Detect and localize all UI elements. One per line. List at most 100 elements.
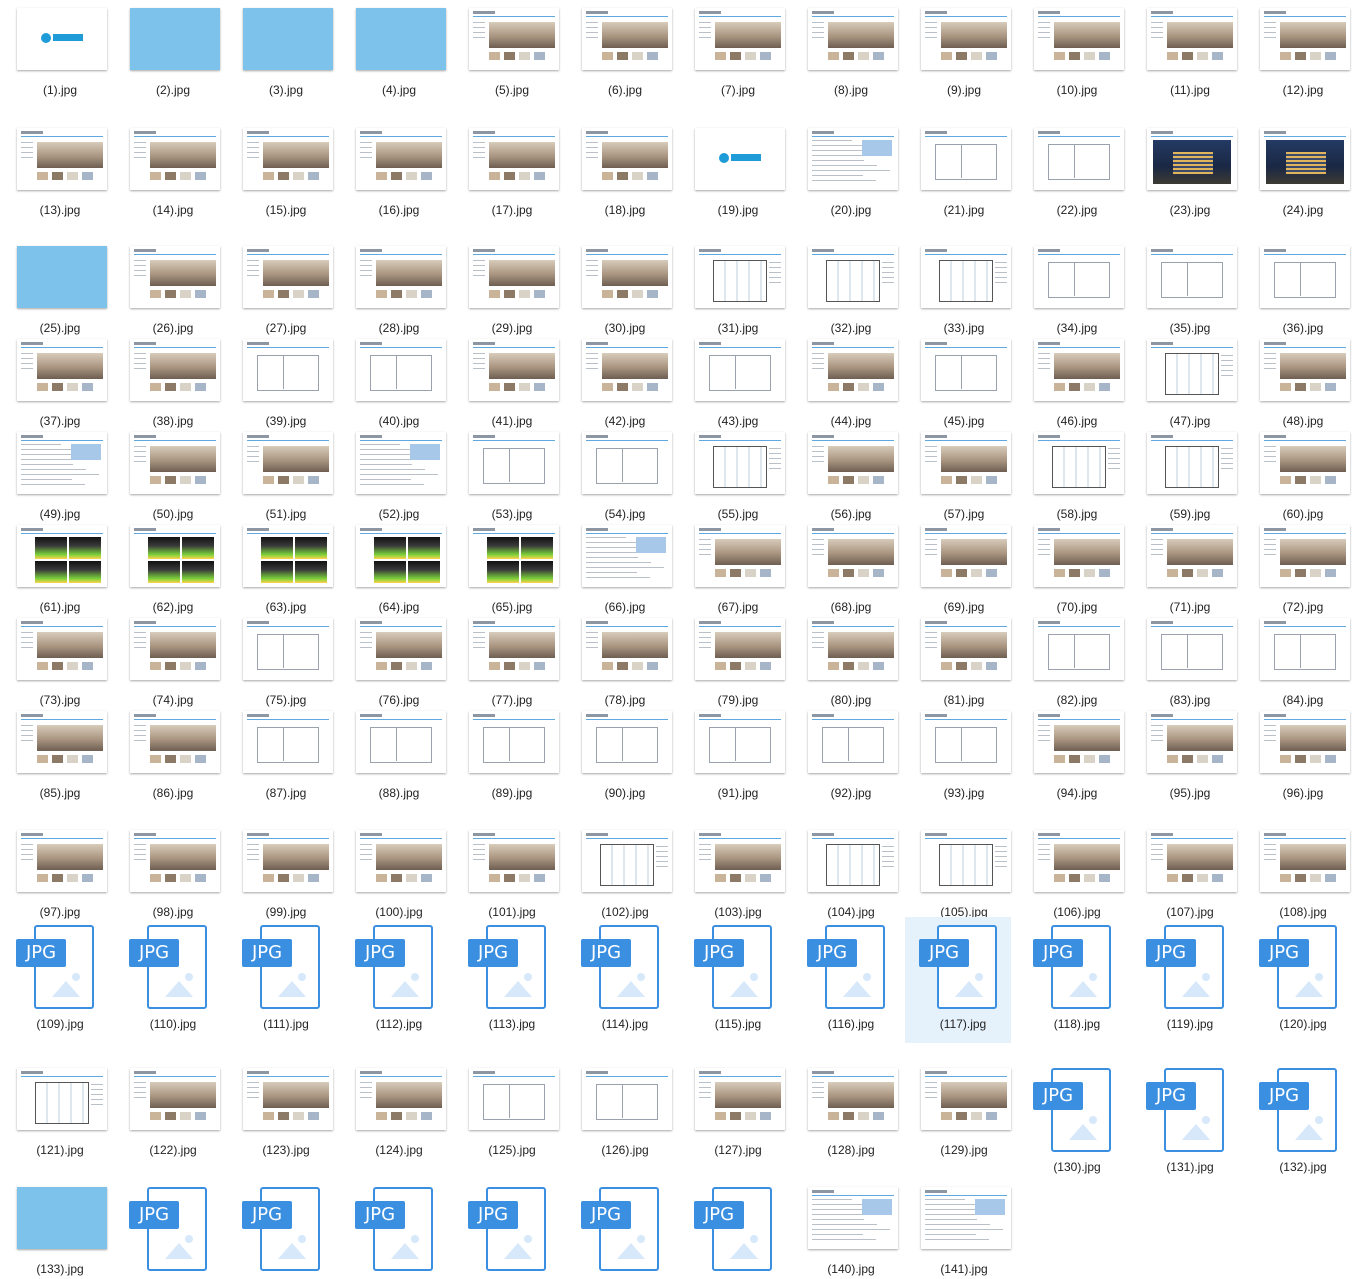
- file-item[interactable]: (28).jpg: [341, 246, 447, 335]
- file-item[interactable]: (7).jpg: [680, 8, 786, 97]
- file-item[interactable]: (14).jpg: [115, 128, 221, 217]
- file-item[interactable]: (126).jpg: [567, 1068, 673, 1157]
- file-item[interactable]: (127).jpg: [680, 1068, 786, 1157]
- file-item[interactable]: (32).jpg: [793, 246, 899, 335]
- file-item[interactable]: (25).jpg: [2, 246, 108, 335]
- file-item[interactable]: (75).jpg: [228, 618, 334, 707]
- file-item[interactable]: JPG (130).jpg: [1019, 1068, 1125, 1184]
- file-item[interactable]: (82).jpg: [1019, 618, 1125, 707]
- file-item[interactable]: (72).jpg: [1245, 525, 1351, 614]
- file-item[interactable]: (24).jpg: [1245, 128, 1351, 217]
- file-item[interactable]: (29).jpg: [454, 246, 560, 335]
- file-item[interactable]: (106).jpg: [1019, 830, 1125, 919]
- file-item[interactable]: (40).jpg: [341, 339, 447, 428]
- file-item[interactable]: (69).jpg: [906, 525, 1012, 614]
- file-item[interactable]: (3).jpg: [228, 8, 334, 97]
- file-item[interactable]: (99).jpg: [228, 830, 334, 919]
- file-item[interactable]: JPG(136).jpg: [341, 1187, 447, 1279]
- file-item[interactable]: (129).jpg: [906, 1068, 1012, 1157]
- file-item[interactable]: (34).jpg: [1019, 246, 1125, 335]
- file-item[interactable]: (90).jpg: [567, 711, 673, 800]
- file-item[interactable]: (97).jpg: [2, 830, 108, 919]
- file-item[interactable]: JPG(138).jpg: [567, 1187, 673, 1279]
- file-item[interactable]: JPG (132).jpg: [1245, 1068, 1351, 1184]
- file-item[interactable]: (2).jpg: [115, 8, 221, 97]
- file-item[interactable]: (67).jpg: [680, 525, 786, 614]
- file-item[interactable]: (79).jpg: [680, 618, 786, 707]
- file-item[interactable]: (47).jpg: [1132, 339, 1238, 428]
- file-item[interactable]: (92).jpg: [793, 711, 899, 800]
- file-item[interactable]: (122).jpg: [115, 1068, 221, 1157]
- file-item[interactable]: (105).jpg: [906, 830, 1012, 919]
- file-item[interactable]: (35).jpg: [1132, 246, 1238, 335]
- file-item[interactable]: JPG (114).jpg: [567, 925, 673, 1041]
- file-item[interactable]: (60).jpg: [1245, 432, 1351, 521]
- file-item[interactable]: (44).jpg: [793, 339, 899, 428]
- file-item[interactable]: JPG (118).jpg: [1019, 925, 1125, 1041]
- file-item[interactable]: (86).jpg: [115, 711, 221, 800]
- file-item[interactable]: (124).jpg: [341, 1068, 447, 1157]
- file-item[interactable]: JPG (109).jpg: [2, 925, 108, 1041]
- file-item[interactable]: (4).jpg: [341, 8, 447, 97]
- file-item[interactable]: (27).jpg: [228, 246, 334, 335]
- file-item[interactable]: (83).jpg: [1132, 618, 1238, 707]
- file-item[interactable]: (58).jpg: [1019, 432, 1125, 521]
- file-item[interactable]: (36).jpg: [1245, 246, 1351, 335]
- file-item[interactable]: (17).jpg: [454, 128, 560, 217]
- file-item[interactable]: (46).jpg: [1019, 339, 1125, 428]
- file-item[interactable]: (5).jpg: [454, 8, 560, 97]
- file-item[interactable]: (8).jpg: [793, 8, 899, 97]
- file-item[interactable]: (18).jpg: [567, 128, 673, 217]
- file-item[interactable]: (95).jpg: [1132, 711, 1238, 800]
- file-item[interactable]: (133).jpg: [2, 1187, 108, 1276]
- file-item[interactable]: (53).jpg: [454, 432, 560, 521]
- file-item[interactable]: JPG(137).jpg: [454, 1187, 560, 1279]
- file-item[interactable]: (12).jpg: [1245, 8, 1351, 97]
- file-item[interactable]: (15).jpg: [228, 128, 334, 217]
- file-item[interactable]: (23).jpg: [1132, 128, 1238, 217]
- file-item[interactable]: (37).jpg: [2, 339, 108, 428]
- file-item[interactable]: (45).jpg: [906, 339, 1012, 428]
- file-item[interactable]: (71).jpg: [1132, 525, 1238, 614]
- file-item[interactable]: (88).jpg: [341, 711, 447, 800]
- file-item[interactable]: (13).jpg: [2, 128, 108, 217]
- file-item[interactable]: JPG (117).jpg: [905, 917, 1011, 1043]
- file-item[interactable]: (21).jpg: [906, 128, 1012, 217]
- file-item[interactable]: (96).jpg: [1245, 711, 1351, 800]
- file-item[interactable]: (20).jpg: [793, 128, 899, 217]
- file-item[interactable]: JPG (131).jpg: [1132, 1068, 1238, 1184]
- file-item[interactable]: JPG (112).jpg: [341, 925, 447, 1041]
- file-item[interactable]: JPG (119).jpg: [1132, 925, 1238, 1041]
- file-item[interactable]: (66).jpg: [567, 525, 673, 614]
- file-item[interactable]: (55).jpg: [680, 432, 786, 521]
- file-item[interactable]: (64).jpg: [341, 525, 447, 614]
- file-item[interactable]: (62).jpg: [115, 525, 221, 614]
- file-item[interactable]: (76).jpg: [341, 618, 447, 707]
- file-item[interactable]: (30).jpg: [567, 246, 673, 335]
- file-item[interactable]: (141).jpg: [906, 1187, 1012, 1276]
- file-item[interactable]: (65).jpg: [454, 525, 560, 614]
- file-item[interactable]: (78).jpg: [567, 618, 673, 707]
- file-item[interactable]: (128).jpg: [793, 1068, 899, 1157]
- file-item[interactable]: (87).jpg: [228, 711, 334, 800]
- file-item[interactable]: (33).jpg: [906, 246, 1012, 335]
- file-item[interactable]: (103).jpg: [680, 830, 786, 919]
- file-item[interactable]: (102).jpg: [567, 830, 673, 919]
- file-item[interactable]: JPG(134).jpg: [115, 1187, 221, 1279]
- file-item[interactable]: (121).jpg: [2, 1068, 108, 1157]
- file-item[interactable]: (73).jpg: [2, 618, 108, 707]
- file-item[interactable]: (101).jpg: [454, 830, 560, 919]
- file-item[interactable]: (125).jpg: [454, 1068, 560, 1157]
- file-item[interactable]: (140).jpg: [793, 1187, 899, 1276]
- file-item[interactable]: (89).jpg: [454, 711, 560, 800]
- file-item[interactable]: (38).jpg: [115, 339, 221, 428]
- file-item[interactable]: (68).jpg: [793, 525, 899, 614]
- file-item[interactable]: (16).jpg: [341, 128, 447, 217]
- file-item[interactable]: (80).jpg: [793, 618, 899, 707]
- file-item[interactable]: JPG(139).jpg: [680, 1187, 786, 1279]
- file-item[interactable]: (93).jpg: [906, 711, 1012, 800]
- file-item[interactable]: (50).jpg: [115, 432, 221, 521]
- file-item[interactable]: (77).jpg: [454, 618, 560, 707]
- file-item[interactable]: (49).jpg: [2, 432, 108, 521]
- file-item[interactable]: JPG (120).jpg: [1245, 925, 1351, 1041]
